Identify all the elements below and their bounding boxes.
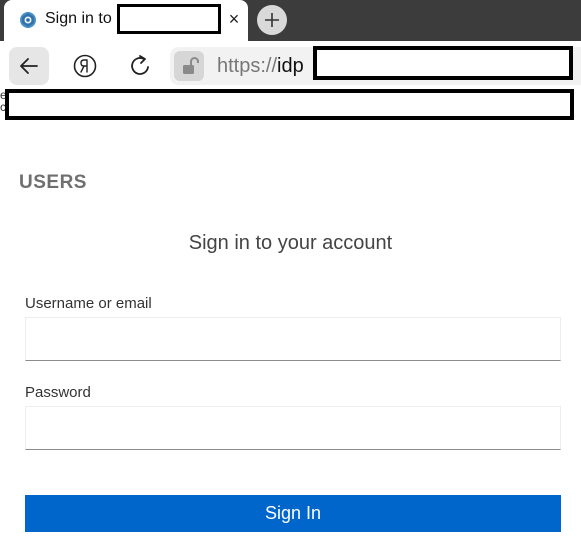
password-label: Password xyxy=(25,384,91,401)
password-input[interactable] xyxy=(25,406,561,450)
tab-title: Sign in to xyxy=(45,10,112,27)
favicon-icon xyxy=(20,12,36,28)
page-title: Sign in to your account xyxy=(188,232,393,254)
browser-tab[interactable]: Sign in to × xyxy=(4,0,248,41)
reload-icon xyxy=(131,55,149,75)
yandex-button[interactable] xyxy=(65,47,105,85)
redacted-url xyxy=(313,46,573,80)
sign-in-button[interactable]: Sign In xyxy=(25,495,561,532)
yandex-icon xyxy=(73,54,97,78)
redacted-tab-title xyxy=(117,4,221,34)
username-label: Username or email xyxy=(25,295,152,312)
tab-strip: Sign in to × xyxy=(0,0,581,41)
back-arrow-icon xyxy=(20,58,38,74)
redacted-bookmarks xyxy=(5,89,574,120)
url-text: https://idp xyxy=(217,55,304,78)
realm-name: USERS xyxy=(19,172,87,193)
url-host: idp xyxy=(277,55,304,77)
unlocked-padlock-icon xyxy=(183,57,199,74)
back-button[interactable] xyxy=(9,47,49,85)
url-scheme: https:// xyxy=(217,55,278,77)
site-info-button[interactable] xyxy=(174,51,204,81)
close-icon[interactable]: × xyxy=(223,8,245,30)
username-input[interactable] xyxy=(25,317,561,361)
bookmarks-bar: e c xyxy=(0,86,581,120)
plus-icon xyxy=(265,13,279,27)
new-tab-button[interactable] xyxy=(257,5,287,35)
reload-button[interactable] xyxy=(120,47,160,85)
